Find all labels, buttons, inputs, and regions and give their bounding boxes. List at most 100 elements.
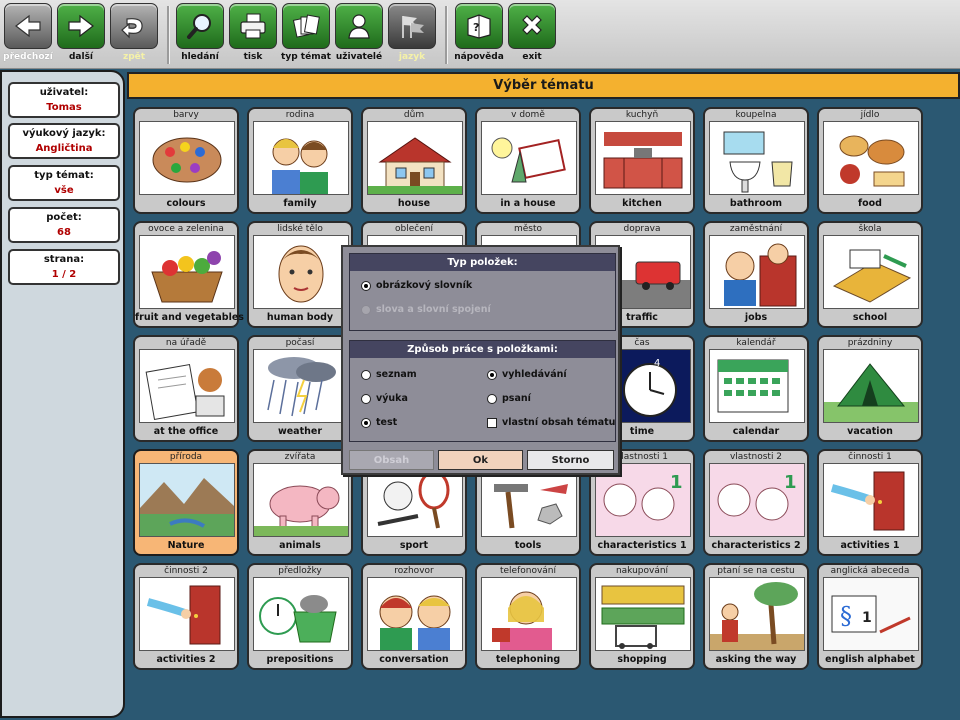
ok-button[interactable]: Ok — [438, 450, 523, 470]
topic-english-label: in a house — [500, 198, 556, 209]
topic-card[interactable]: příroda Nature — [133, 449, 239, 556]
characteristics-picture: 1 — [709, 463, 805, 537]
topic-card[interactable]: činnosti 2 activities 2 — [133, 563, 239, 670]
topic-card[interactable]: v domě in a house — [475, 107, 581, 214]
search-radio[interactable]: vyhledávání — [487, 369, 567, 380]
topic-czech-label: koupelna — [735, 110, 777, 120]
sidebar: uživatel: Tomas výukový jazyk: Angličtin… — [0, 70, 125, 718]
topic-card[interactable]: počasí weather — [247, 335, 353, 442]
test-radio[interactable]: test — [361, 417, 397, 428]
topic-english-label: sport — [399, 540, 429, 551]
test-label: test — [376, 417, 398, 428]
writing-radio[interactable]: psaní — [487, 393, 531, 404]
radio-disabled-icon — [361, 304, 371, 315]
list-radio[interactable]: seznam — [361, 369, 417, 380]
search-label: vyhledávání — [502, 369, 567, 380]
magnifier-icon — [176, 3, 224, 49]
topic-czech-label: doprava — [623, 224, 661, 234]
shopping-picture — [595, 577, 691, 651]
nature-picture — [139, 463, 235, 537]
topic-card[interactable]: ptaní se na cestu asking the way — [703, 563, 809, 670]
human-face-picture — [253, 235, 349, 309]
cancel-button[interactable]: Storno — [527, 450, 614, 470]
close-x-icon — [508, 3, 556, 49]
topic-card[interactable]: vlastnosti 2 1 characteristics 2 — [703, 449, 809, 556]
topic-czech-label: předložky — [278, 566, 322, 576]
topic-english-label: jobs — [744, 312, 768, 323]
topic-english-label: calendar — [732, 426, 780, 437]
topic-card[interactable]: koupelna bathroom — [703, 107, 809, 214]
topic-czech-label: rozhovor — [394, 566, 434, 576]
house-picture — [367, 121, 463, 195]
item-type-header: Typ položek: — [350, 254, 615, 271]
picture-dictionary-radio[interactable]: obrázkový slovník — [361, 280, 472, 291]
calendar-picture — [709, 349, 805, 423]
topic-card[interactable]: rozhovor conversation — [361, 563, 467, 670]
back-button[interactable]: předchozí — [3, 3, 53, 65]
words-phrases-radio[interactable]: slova a slovní spojení — [361, 304, 491, 315]
pages-icon — [282, 3, 330, 49]
food-picture — [823, 121, 919, 195]
topic-english-label: Nature — [167, 540, 205, 551]
topic-card[interactable]: škola school — [817, 221, 923, 328]
weather-picture — [253, 349, 349, 423]
return-arrow-icon — [110, 3, 158, 49]
toolbar-separator — [167, 6, 170, 64]
count-label: počet: — [46, 212, 82, 223]
topic-card[interactable]: telefonování telephoning — [475, 563, 581, 670]
jobs-picture — [709, 235, 805, 309]
help-button[interactable]: ? nápověda — [454, 3, 504, 65]
topic-english-label: family — [283, 198, 317, 209]
topic-english-label: food — [858, 198, 882, 209]
topic-card[interactable]: jídlo food — [817, 107, 923, 214]
printer-icon — [229, 3, 277, 49]
topic-english-label: bathroom — [729, 198, 783, 209]
topic-card[interactable]: anglická abeceda § 1 english alphabet — [817, 563, 923, 670]
toolbar: předchozí další zpět hledání tisk typ té… — [0, 0, 960, 69]
topic-card[interactable]: prázdniny vacation — [817, 335, 923, 442]
radio-icon — [361, 369, 371, 380]
office-picture — [139, 349, 235, 423]
language-button[interactable]: jazyk — [387, 3, 437, 65]
topic-card[interactable]: zvířata animals — [247, 449, 353, 556]
topic-english-label: activities 2 — [156, 654, 216, 665]
own-content-checkbox[interactable]: vlastní obsah tématu — [487, 417, 615, 428]
topic-card[interactable]: lidské tělo human body — [247, 221, 353, 328]
topic-card[interactable]: ovoce a zelenina fruit and vegetables — [133, 221, 244, 328]
topic-card[interactable]: činnosti 1 activities 1 — [817, 449, 923, 556]
topic-english-label: characteristics 1 — [597, 540, 687, 551]
topic-czech-label: oblečení — [395, 224, 433, 234]
topic-card[interactable]: kalendář calendar — [703, 335, 809, 442]
topic-english-label: weather — [277, 426, 323, 437]
content-button[interactable]: Obsah — [349, 450, 434, 470]
topic-czech-label: barvy — [173, 110, 199, 120]
users-button[interactable]: uživatelé — [334, 3, 384, 65]
topic-card[interactable]: kuchyň kitchen — [589, 107, 695, 214]
topic-card[interactable]: rodina family — [247, 107, 353, 214]
topic-czech-label: zvířata — [284, 452, 316, 462]
topic-card[interactable]: nakupování shopping — [589, 563, 695, 670]
conversation-picture — [367, 577, 463, 651]
topic-czech-label: rodina — [285, 110, 315, 120]
return-button[interactable]: zpět — [109, 3, 159, 65]
topic-card[interactable]: dům house — [361, 107, 467, 214]
topic-card[interactable]: předložky prepositions — [247, 563, 353, 670]
exit-button[interactable]: exit — [507, 3, 557, 65]
print-button[interactable]: tisk — [228, 3, 278, 65]
topic-czech-label: nakupování — [615, 566, 669, 576]
topic-czech-label: prázdniny — [847, 338, 893, 348]
topic-type-button[interactable]: typ témat — [281, 3, 331, 65]
topic-english-label: at the office — [153, 426, 219, 437]
alphabet-picture: § 1 — [823, 577, 919, 651]
topic-english-label: activities 1 — [840, 540, 900, 551]
topic-czech-label: lidské tělo — [277, 224, 323, 234]
topic-card[interactable]: na úřadě at the office — [133, 335, 239, 442]
topic-czech-label: činnosti 1 — [848, 452, 892, 462]
next-button[interactable]: další — [56, 3, 106, 65]
topic-card[interactable]: barvy colours — [133, 107, 239, 214]
kitchen-picture — [595, 121, 691, 195]
family-picture — [253, 121, 349, 195]
topic-card[interactable]: zaměstnání jobs — [703, 221, 809, 328]
search-button[interactable]: hledání — [175, 3, 225, 65]
teaching-radio[interactable]: výuka — [361, 393, 408, 404]
